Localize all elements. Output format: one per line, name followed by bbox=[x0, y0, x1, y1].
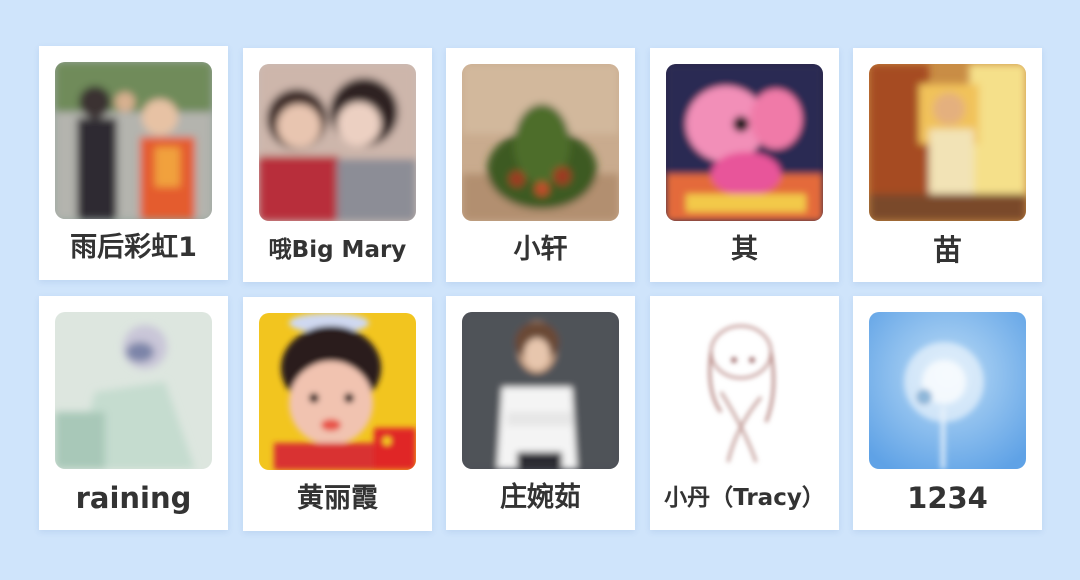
contact-name: 雨后彩虹1 bbox=[70, 232, 197, 263]
contact-card[interactable]: 1234 bbox=[853, 296, 1042, 530]
avatar-photo-icon bbox=[259, 64, 416, 221]
avatar[interactable] bbox=[55, 312, 212, 469]
contact-card[interactable]: 庄婉茹 bbox=[446, 296, 635, 530]
avatar-photo-icon bbox=[666, 312, 823, 469]
avatar-photo-icon bbox=[259, 313, 416, 470]
contact-name: 其 bbox=[731, 234, 758, 265]
contact-card[interactable]: 苗 bbox=[853, 48, 1042, 282]
contact-card[interactable]: 哦Big Mary bbox=[243, 48, 432, 282]
avatar[interactable] bbox=[666, 312, 823, 469]
avatar-photo-icon bbox=[869, 312, 1026, 469]
avatar-photo-icon bbox=[462, 312, 619, 469]
avatar[interactable] bbox=[55, 62, 212, 219]
avatar-photo-icon bbox=[55, 312, 212, 469]
avatar-photo-icon bbox=[666, 64, 823, 221]
contact-name: 小轩 bbox=[513, 234, 568, 265]
avatar[interactable] bbox=[869, 312, 1026, 469]
avatar[interactable] bbox=[869, 64, 1026, 221]
contact-name: 苗 bbox=[932, 233, 962, 267]
contact-card[interactable]: 黄丽霞 bbox=[243, 297, 432, 531]
avatar-photo-icon bbox=[55, 62, 212, 219]
avatar-photo-icon bbox=[869, 64, 1026, 221]
contact-name: 黄丽霞 bbox=[297, 483, 378, 514]
contact-card[interactable]: raining bbox=[39, 296, 228, 530]
avatar[interactable] bbox=[259, 64, 416, 221]
contact-card[interactable]: 小轩 bbox=[446, 48, 635, 282]
contact-name: 哦Big Mary bbox=[268, 237, 407, 263]
contact-name: raining bbox=[75, 481, 192, 515]
contact-name: 小丹（Tracy） bbox=[664, 485, 825, 511]
contact-name: 庄婉茹 bbox=[500, 482, 581, 513]
avatar[interactable] bbox=[462, 64, 619, 221]
avatar[interactable] bbox=[259, 313, 416, 470]
contact-card[interactable]: 雨后彩虹1 bbox=[39, 46, 228, 280]
contact-card[interactable]: 小丹（Tracy） bbox=[650, 296, 839, 530]
contact-grid: 雨后彩虹1 哦Big Mary 小轩 其 苗 raining 黄丽霞 庄婉茹 小… bbox=[39, 46, 1042, 531]
contact-card[interactable]: 其 bbox=[650, 48, 839, 282]
contact-name: 1234 bbox=[907, 481, 988, 515]
avatar[interactable] bbox=[666, 64, 823, 221]
avatar-photo-icon bbox=[462, 64, 619, 221]
avatar[interactable] bbox=[462, 312, 619, 469]
